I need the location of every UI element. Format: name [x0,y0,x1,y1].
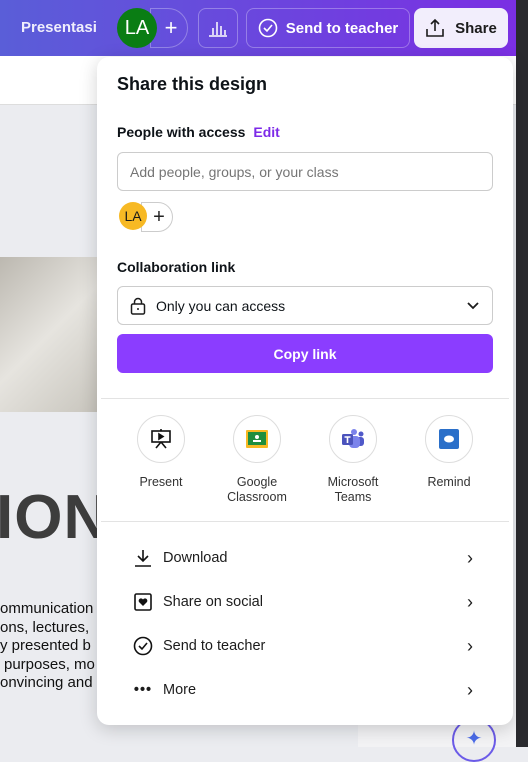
slide-body: ommunication ons, lectures, y presented … [0,600,95,693]
app-label: Remind [427,475,471,489]
menu-more[interactable]: ••• More › [133,672,473,708]
panel-title: Share this design [117,74,268,94]
body-line: purposes, mo [4,655,95,673]
check-circle-icon [258,18,278,38]
lock-icon [130,297,146,315]
collab-label: Collaboration link [117,259,236,275]
member-avatar[interactable]: LA [119,202,147,230]
menu-label: More [163,682,197,698]
people-label: People with access [117,124,246,140]
body-line: onvincing and [0,674,93,691]
present-icon [151,429,171,449]
more-icon: ••• [133,682,153,698]
chevron-right-icon: › [467,591,473,612]
menu-send-to-teacher[interactable]: Send to teacher › [133,628,473,664]
check-circle-icon [133,636,153,656]
top-bar: Presentasi LA + Send to teacher Share [0,0,516,56]
app-label: Google Classroom [227,475,287,504]
download-icon [135,550,151,567]
chevron-right-icon: › [467,547,473,568]
app-remind[interactable]: Remind [401,415,497,490]
edit-link[interactable]: Edit [253,124,279,140]
avatar[interactable]: LA [117,8,157,48]
share-panel: Share this design People with access Edit… [97,57,513,725]
app-label: Present [139,475,183,489]
microsoft-teams-icon [342,429,364,448]
body-line: ommunication [0,600,94,617]
share-label: Share [455,19,497,37]
app-present[interactable]: Present [113,415,209,490]
body-line: y presented b [0,637,91,654]
slide-heading: ION [0,483,110,552]
chevron-right-icon: › [467,635,473,656]
menu-download[interactable]: Download › [133,540,473,576]
google-classroom-icon [246,430,268,448]
app-label: Microsoft Teams [327,475,379,504]
bar-chart-icon [209,22,227,37]
menu-label: Share on social [163,594,263,610]
slide-image [0,257,97,412]
copy-link-button[interactable]: Copy link [117,334,493,373]
window-edge [516,0,528,747]
body-line: ons, lectures, [0,618,90,636]
menu-share-on-social[interactable]: Share on social › [133,584,473,620]
send-to-teacher-button[interactable]: Send to teacher [246,8,410,48]
share-button[interactable]: Share [414,8,508,48]
access-select[interactable]: Only you can access [117,286,493,325]
app-google-classroom[interactable]: Google Classroom [209,415,305,505]
add-people-input[interactable] [117,152,493,191]
divider [101,521,509,522]
chevron-right-icon: › [467,679,473,700]
divider [101,398,509,399]
access-value: Only you can access [156,297,286,314]
chevron-down-icon [467,301,479,309]
menu-label: Download [163,550,228,566]
heart-icon [134,593,152,611]
upload-icon [426,18,444,37]
remind-icon [439,429,459,449]
people-with-access: People with access Edit [117,124,280,140]
design-title[interactable]: Presentasi [21,19,97,36]
menu-label: Send to teacher [163,638,266,654]
app-microsoft-teams[interactable]: Microsoft Teams [305,415,401,505]
analytics-button[interactable] [198,8,238,48]
send-to-teacher-label: Send to teacher [285,19,399,37]
